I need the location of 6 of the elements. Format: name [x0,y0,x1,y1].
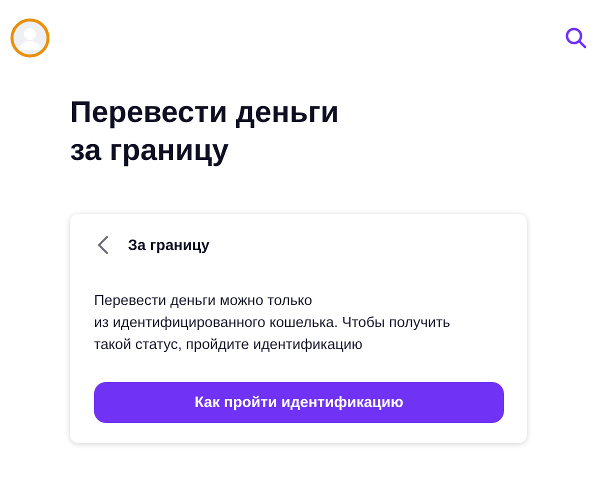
info-message: Перевести деньги можно только из идентифицированного кошелька. Чтобы получить такой статус, пройдите идентификацию [94,292,452,355]
page-title: Перевести деньги за границу [70,95,339,169]
back-icon[interactable] [98,236,108,254]
identification-button[interactable]: Как пройти идентификацию [94,382,504,423]
card-heading: За границу [128,236,210,254]
search-icon[interactable] [565,27,587,49]
